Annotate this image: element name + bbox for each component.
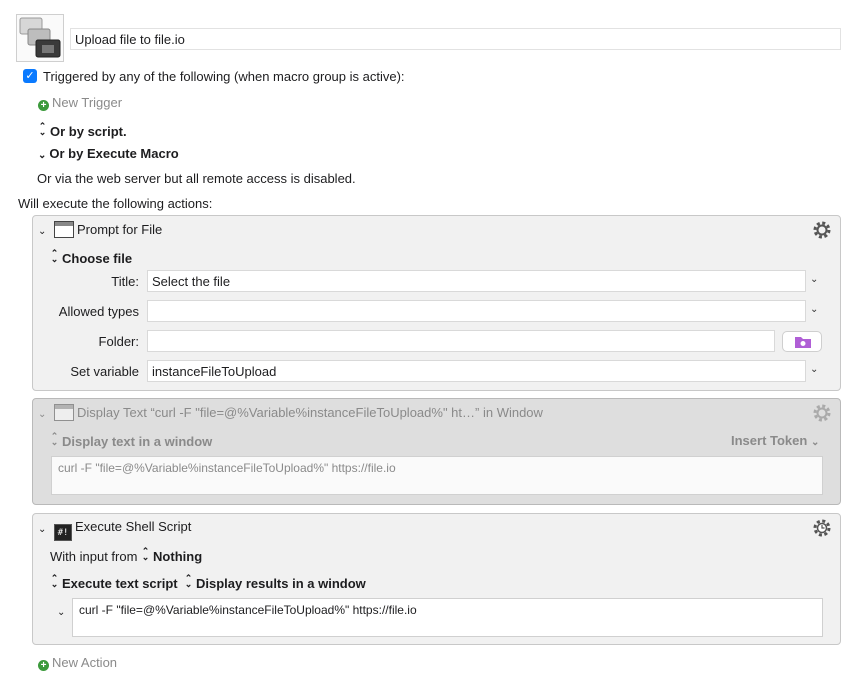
script-collapse-toggle[interactable]: ⌄: [57, 603, 68, 618]
macro-icon[interactable]: [16, 14, 64, 62]
or-by-execute-macro-toggle[interactable]: ⌄ Or by Execute Macro: [38, 146, 179, 161]
script-mode-select[interactable]: ⌃ ⌄ Execute text script: [50, 573, 178, 592]
chevron-down-icon: ⌄: [810, 437, 820, 448]
folder-field[interactable]: [147, 330, 775, 352]
terminal-icon: #!: [54, 524, 72, 541]
chevron-down-icon: ⌄: [38, 409, 47, 420]
script-text-field[interactable]: curl -F "file=@%Variable%instanceFileToU…: [72, 598, 823, 637]
chevron-down-icon: ⌄: [38, 524, 47, 535]
set-variable-label: Set variable: [70, 364, 139, 379]
updown-icon: ⌃ ⌄: [50, 573, 59, 589]
chevron-down-icon[interactable]: ⌄: [810, 274, 818, 285]
script-mode-label: Execute text script: [62, 576, 178, 591]
or-by-script-toggle[interactable]: ⌃ ⌄ Or by script.: [38, 121, 127, 140]
gear-icon[interactable]: [812, 403, 832, 423]
results-mode-select[interactable]: ⌃ ⌄ Display results in a window: [184, 573, 366, 592]
insert-token-label: Insert Token: [731, 433, 808, 448]
input-from-select[interactable]: ⌃ ⌄ Nothing: [141, 546, 203, 565]
action-title: Display Text “curl -F "file=@%Variable%i…: [77, 405, 543, 420]
chevron-down-icon: ⌄: [57, 607, 66, 618]
or-by-script-label: Or by script.: [50, 124, 127, 139]
gear-icon[interactable]: [812, 220, 832, 240]
input-from-value: Nothing: [153, 549, 203, 564]
action-title: Execute Shell Script: [75, 519, 192, 534]
or-by-execute-macro-label: Or by Execute Macro: [49, 146, 179, 161]
title-label: Title:: [111, 274, 139, 289]
updown-icon: ⌃ ⌄: [50, 248, 59, 264]
updown-icon: ⌃ ⌄: [141, 546, 150, 562]
window-icon: [54, 404, 74, 421]
display-mode[interactable]: ⌃ ⌄ Display text in a window: [50, 431, 213, 450]
results-mode-label: Display results in a window: [196, 576, 366, 591]
action-collapse-toggle[interactable]: ⌄: [38, 520, 49, 535]
action-prompt-for-file[interactable]: ⌄ Prompt for File ⌃ ⌄ Choose file Title: S…: [32, 215, 841, 391]
updown-icon: ⌃ ⌄: [50, 431, 59, 447]
folder-label: Folder:: [98, 334, 139, 349]
gear-clock-icon[interactable]: [812, 518, 832, 538]
choose-folder-button[interactable]: [782, 331, 822, 352]
trigger-header: Triggered by any of the following (when …: [43, 69, 405, 84]
new-trigger-button[interactable]: + New Trigger: [38, 95, 122, 111]
chevron-down-icon: ⌄: [38, 150, 47, 161]
action-title: Prompt for File: [77, 222, 163, 237]
macro-windows-icon: [19, 17, 61, 58]
insert-token-menu[interactable]: Insert Token ⌄: [731, 433, 822, 448]
actions-header: Will execute the following actions:: [18, 196, 213, 211]
add-icon: +: [38, 660, 49, 671]
action-execute-shell-script[interactable]: ⌄ #! Execute Shell Script With input from…: [32, 513, 841, 645]
triggered-checkbox[interactable]: ✓: [23, 69, 37, 83]
mode-label: Choose file: [62, 251, 133, 266]
display-text-field[interactable]: curl -F "file=@%Variable%instanceFileToU…: [51, 456, 823, 495]
updown-icon: ⌃ ⌄: [184, 573, 193, 589]
choose-file-mode[interactable]: ⌃ ⌄ Choose file: [50, 248, 133, 267]
chevron-down-icon: ⌄: [38, 226, 47, 237]
chevron-down-icon[interactable]: ⌄: [810, 304, 818, 315]
input-from-row: With input from ⌃ ⌄ Nothing: [50, 546, 203, 565]
new-action-button[interactable]: + New Action: [38, 655, 117, 671]
action-collapse-toggle[interactable]: ⌄: [38, 405, 49, 420]
action-display-text[interactable]: ⌄ Display Text “curl -F "file=@%Variable…: [32, 398, 841, 505]
set-variable-field[interactable]: instanceFileToUpload: [147, 360, 806, 382]
web-server-note: Or via the web server but all remote acc…: [37, 171, 356, 186]
add-icon: +: [38, 100, 49, 111]
allowed-types-label: Allowed types: [58, 304, 139, 319]
input-from-label: With input from: [50, 549, 138, 564]
chevron-down-icon[interactable]: ⌄: [810, 364, 818, 375]
new-trigger-label: New Trigger: [52, 95, 123, 110]
title-field[interactable]: Select the file: [147, 270, 806, 292]
action-collapse-toggle[interactable]: ⌄: [38, 222, 49, 237]
mode-label: Display text in a window: [62, 434, 213, 449]
updown-icon: ⌃ ⌄: [38, 121, 47, 137]
macro-name-field[interactable]: Upload file to file.io: [70, 28, 841, 50]
folder-icon: [795, 337, 811, 348]
window-icon: [54, 221, 74, 238]
allowed-types-field[interactable]: [147, 300, 806, 322]
new-action-label: New Action: [52, 655, 118, 670]
